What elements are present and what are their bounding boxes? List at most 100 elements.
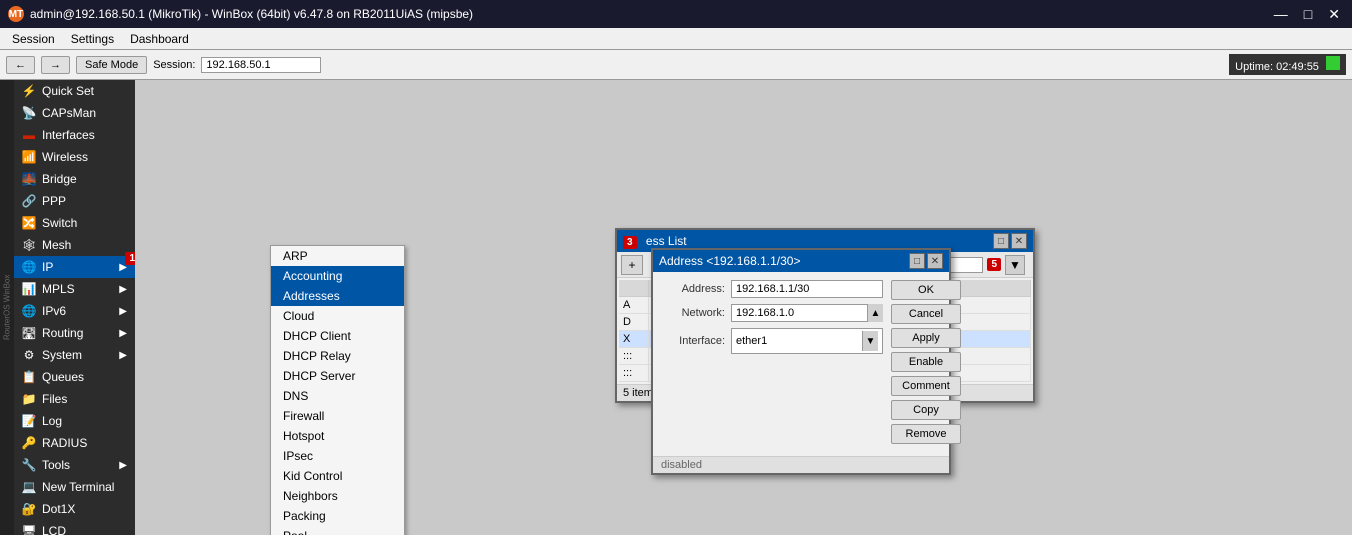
session-input[interactable] (201, 57, 321, 73)
addr-list-title: 3 ess List (623, 234, 687, 248)
back-button[interactable]: ← (6, 56, 35, 74)
sidebar-item-capsman[interactable]: 📡 CAPsMan (14, 102, 135, 124)
sidebar-item-label: IP (42, 260, 53, 274)
uptime-label-text: Uptime: (1235, 61, 1273, 73)
sidebar-item-switch[interactable]: 🔀 Switch (14, 212, 135, 234)
sidebar-item-label: Wireless (42, 150, 88, 164)
sidebar-item-ipv6[interactable]: 🌐 IPv6 ▶ (14, 300, 135, 322)
interfaces-icon: ▬ (22, 128, 36, 142)
ip-icon: 🌐 (22, 260, 36, 274)
sidebar-item-log[interactable]: 📝 Log (14, 410, 135, 432)
safe-mode-button[interactable]: Safe Mode (76, 56, 147, 74)
lcd-icon: 🖥 (22, 524, 36, 535)
network-input[interactable] (731, 304, 883, 322)
sidebar-item-system[interactable]: ⚙ System ▶ (14, 344, 135, 366)
submenu-item-firewall[interactable]: Firewall (271, 406, 404, 426)
menu-settings[interactable]: Settings (63, 30, 122, 48)
interface-select[interactable]: ether1 ▼ (731, 328, 883, 354)
submenu-item-ipsec[interactable]: IPsec (271, 446, 404, 466)
addr-dialog-close-button[interactable]: ✕ (927, 253, 943, 269)
submenu-item-dhcp-client[interactable]: DHCP Client (271, 326, 404, 346)
sidebar-item-ip[interactable]: 🌐 IP ▶ 1 (14, 256, 135, 278)
enable-button[interactable]: Enable (891, 352, 961, 372)
submenu-item-cloud[interactable]: Cloud (271, 306, 404, 326)
sidebar-item-lcd[interactable]: 🖥 LCD (14, 520, 135, 535)
sidebar-item-mesh[interactable]: 🕸 Mesh (14, 234, 135, 256)
submenu-item-dhcp-relay[interactable]: DHCP Relay (271, 346, 404, 366)
sidebar-item-mpls[interactable]: 📊 MPLS ▶ (14, 278, 135, 300)
sidebar-item-new-terminal[interactable]: 💻 New Terminal (14, 476, 135, 498)
comment-button[interactable]: Comment (891, 376, 961, 396)
sidebar-item-label: Dot1X (42, 502, 75, 516)
address-label: Address: (661, 283, 731, 295)
bridge-icon: 🌉 (22, 172, 36, 186)
submenu-item-pool[interactable]: Pool (271, 526, 404, 535)
sidebar-item-routing[interactable]: 🛣 Routing ▶ (14, 322, 135, 344)
sidebar-item-label: LCD (42, 524, 66, 535)
sidebar-item-quick-set[interactable]: ⚡ Quick Set (14, 80, 135, 102)
address-field-row: Address: (661, 280, 883, 298)
cancel-button[interactable]: Cancel (891, 304, 961, 324)
menu-session[interactable]: Session (4, 30, 63, 48)
capsman-icon: 📡 (22, 106, 36, 120)
addr-dialog-minimize-button[interactable]: □ (909, 253, 925, 269)
routing-arrow-icon: ▶ (119, 328, 127, 339)
sidebar-item-queues[interactable]: 📋 Queues (14, 366, 135, 388)
new-terminal-icon: 💻 (22, 480, 36, 494)
mpls-arrow-icon: ▶ (119, 284, 127, 295)
system-arrow-icon: ▶ (119, 350, 127, 361)
addr-list-window-controls: □ ✕ (993, 233, 1027, 249)
mesh-icon: 🕸 (22, 238, 36, 252)
sidebar-item-label: System (42, 348, 82, 362)
log-icon: 📝 (22, 414, 36, 428)
address-input[interactable] (731, 280, 883, 298)
sidebar-item-label: CAPsMan (42, 106, 96, 120)
submenu-item-dns[interactable]: DNS (271, 386, 404, 406)
quick-set-icon: ⚡ (22, 84, 36, 98)
maximize-button[interactable]: □ (1300, 6, 1316, 23)
tools-icon: 🔧 (22, 458, 36, 472)
sidebar-item-tools[interactable]: 🔧 Tools ▶ (14, 454, 135, 476)
remove-button[interactable]: Remove (891, 424, 961, 444)
sidebar-item-label: Mesh (42, 238, 71, 252)
sidebar-item-interfaces[interactable]: ▬ Interfaces (14, 124, 135, 146)
forward-button[interactable]: → (41, 56, 70, 74)
sidebar-item-ppp[interactable]: 🔗 PPP (14, 190, 135, 212)
minimize-button[interactable]: — (1270, 6, 1292, 23)
apply-button[interactable]: Apply (891, 328, 961, 348)
submenu-item-arp[interactable]: ARP (271, 246, 404, 266)
addr-list-minimize-button[interactable]: □ (993, 233, 1009, 249)
badge-1: 1 (125, 252, 135, 265)
files-icon: 📁 (22, 392, 36, 406)
radius-icon: 🔑 (22, 436, 36, 450)
submenu-item-hotspot[interactable]: Hotspot (271, 426, 404, 446)
sidebar-item-files[interactable]: 📁 Files (14, 388, 135, 410)
submenu-item-dhcp-server[interactable]: DHCP Server (271, 366, 404, 386)
interface-dropdown-icon[interactable]: ▼ (862, 331, 878, 351)
sidebar-item-wireless[interactable]: 📶 Wireless (14, 146, 135, 168)
sidebar-item-dot1x[interactable]: 🔐 Dot1X (14, 498, 135, 520)
submenu-item-packing[interactable]: Packing (271, 506, 404, 526)
title-bar: MT admin@192.168.50.1 (MikroTik) - WinBo… (0, 0, 1352, 28)
ok-button[interactable]: OK (891, 280, 961, 300)
addr-list-close-button[interactable]: ✕ (1011, 233, 1027, 249)
sidebar-item-radius[interactable]: 🔑 RADIUS (14, 432, 135, 454)
close-button[interactable]: ✕ (1324, 6, 1344, 23)
submenu-item-neighbors[interactable]: Neighbors (271, 486, 404, 506)
sidebar-item-label: Log (42, 414, 62, 428)
row-flag: X (619, 331, 649, 347)
app-icon: MT (8, 6, 24, 22)
ip-submenu: ARP Accounting Addresses Cloud DHCP Clie… (270, 245, 405, 535)
submenu-item-addresses[interactable]: Addresses (271, 286, 404, 306)
sidebar-item-label: RADIUS (42, 436, 87, 450)
sidebar-item-label: Switch (42, 216, 77, 230)
copy-button[interactable]: Copy (891, 400, 961, 420)
sidebar-item-bridge[interactable]: 🌉 Bridge (14, 168, 135, 190)
network-arrow-button[interactable]: ▲ (867, 304, 883, 322)
submenu-item-kid-control[interactable]: Kid Control (271, 466, 404, 486)
content-area: ARP Accounting Addresses Cloud DHCP Clie… (135, 80, 1352, 535)
find-dropdown-button[interactable]: ▼ (1005, 255, 1025, 275)
add-button[interactable]: + (621, 255, 643, 275)
submenu-item-accounting[interactable]: Accounting (271, 266, 404, 286)
menu-dashboard[interactable]: Dashboard (122, 30, 197, 48)
